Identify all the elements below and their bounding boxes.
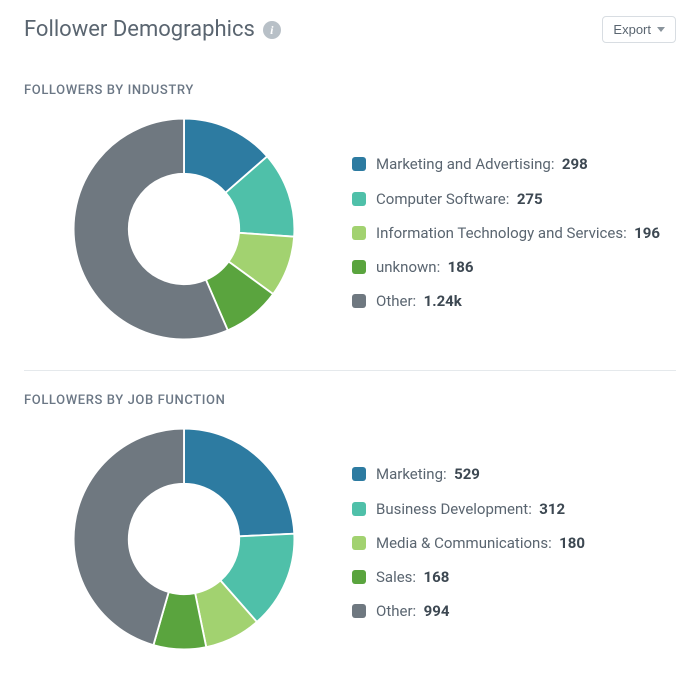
follower-demographics-panel: Follower Demographics i Export FOLLOWERS… bbox=[0, 0, 700, 680]
donut-chart bbox=[24, 108, 344, 362]
legend-swatch bbox=[352, 294, 366, 308]
legend-value: 180 bbox=[559, 534, 585, 552]
legend-item: Marketing and Advertising: 298 bbox=[352, 154, 668, 174]
legend-text: Computer Software: 275 bbox=[376, 189, 668, 209]
chart-section: FOLLOWERS BY JOB FUNCTION Marketing: 529 B… bbox=[24, 370, 676, 672]
title-row: Follower Demographics i bbox=[24, 17, 281, 42]
legend-text: Media & Communications: 180 bbox=[376, 533, 668, 553]
legend-item: unknown: 186 bbox=[352, 257, 668, 277]
legend: Marketing and Advertising: 298 Computer S… bbox=[344, 144, 676, 325]
legend-text: unknown: 186 bbox=[376, 257, 668, 277]
legend-swatch bbox=[352, 192, 366, 206]
legend-text: Business Development: 312 bbox=[376, 499, 668, 519]
legend-value: 529 bbox=[454, 465, 480, 483]
section-title: FOLLOWERS BY INDUSTRY bbox=[24, 83, 676, 98]
legend-item: Other: 1.24k bbox=[352, 291, 668, 311]
page-title: Follower Demographics bbox=[24, 17, 255, 42]
legend-label: Information Technology and Services bbox=[376, 224, 623, 242]
legend-item: Media & Communications: 180 bbox=[352, 533, 668, 553]
export-label: Export bbox=[613, 22, 651, 37]
legend-label: Marketing bbox=[376, 465, 443, 483]
legend-label: Computer Software bbox=[376, 190, 506, 208]
legend-swatch bbox=[352, 260, 366, 274]
legend-swatch bbox=[352, 604, 366, 618]
legend-value: 312 bbox=[539, 500, 565, 518]
chevron-down-icon bbox=[657, 27, 665, 32]
legend-text: Marketing and Advertising: 298 bbox=[376, 154, 668, 174]
legend-value: 298 bbox=[562, 155, 588, 173]
legend-value: 168 bbox=[424, 568, 450, 586]
section-title: FOLLOWERS BY JOB FUNCTION bbox=[24, 393, 676, 408]
legend-text: Information Technology and Services: 196 bbox=[376, 223, 668, 243]
chart-section: FOLLOWERS BY INDUSTRY Marketing and Adver… bbox=[24, 61, 676, 362]
donut-slice bbox=[184, 429, 294, 537]
legend-value: 1.24k bbox=[424, 292, 462, 310]
legend-item: Business Development: 312 bbox=[352, 499, 668, 519]
legend-label: Other bbox=[376, 292, 413, 310]
legend-label: unknown bbox=[376, 258, 437, 276]
legend-text: Other: 1.24k bbox=[376, 291, 668, 311]
info-icon[interactable]: i bbox=[263, 21, 281, 39]
legend-text: Other: 994 bbox=[376, 601, 668, 621]
legend-swatch bbox=[352, 467, 366, 481]
legend-value: 196 bbox=[634, 224, 660, 242]
legend-text: Marketing: 529 bbox=[376, 464, 668, 484]
legend-text: Sales: 168 bbox=[376, 567, 668, 587]
export-button[interactable]: Export bbox=[602, 16, 676, 43]
legend-label: Sales bbox=[376, 568, 412, 586]
legend-swatch bbox=[352, 502, 366, 516]
legend-swatch bbox=[352, 157, 366, 171]
legend: Marketing: 529 Business Development: 312 M… bbox=[344, 454, 676, 635]
legend-label: Marketing and Advertising bbox=[376, 155, 551, 173]
legend-value: 994 bbox=[424, 602, 450, 620]
legend-swatch bbox=[352, 226, 366, 240]
chart-row: Marketing: 529 Business Development: 312 M… bbox=[24, 418, 676, 672]
donut-chart bbox=[24, 418, 344, 672]
legend-value: 275 bbox=[517, 190, 543, 208]
legend-label: Media & Communications bbox=[376, 534, 548, 552]
panel-header: Follower Demographics i Export bbox=[24, 16, 676, 43]
legend-item: Information Technology and Services: 196 bbox=[352, 223, 668, 243]
legend-item: Marketing: 529 bbox=[352, 464, 668, 484]
legend-item: Computer Software: 275 bbox=[352, 189, 668, 209]
legend-swatch bbox=[352, 536, 366, 550]
legend-label: Business Development bbox=[376, 500, 528, 518]
legend-value: 186 bbox=[448, 258, 474, 276]
legend-label: Other bbox=[376, 602, 413, 620]
legend-item: Other: 994 bbox=[352, 601, 668, 621]
legend-item: Sales: 168 bbox=[352, 567, 668, 587]
legend-swatch bbox=[352, 570, 366, 584]
chart-row: Marketing and Advertising: 298 Computer S… bbox=[24, 108, 676, 362]
